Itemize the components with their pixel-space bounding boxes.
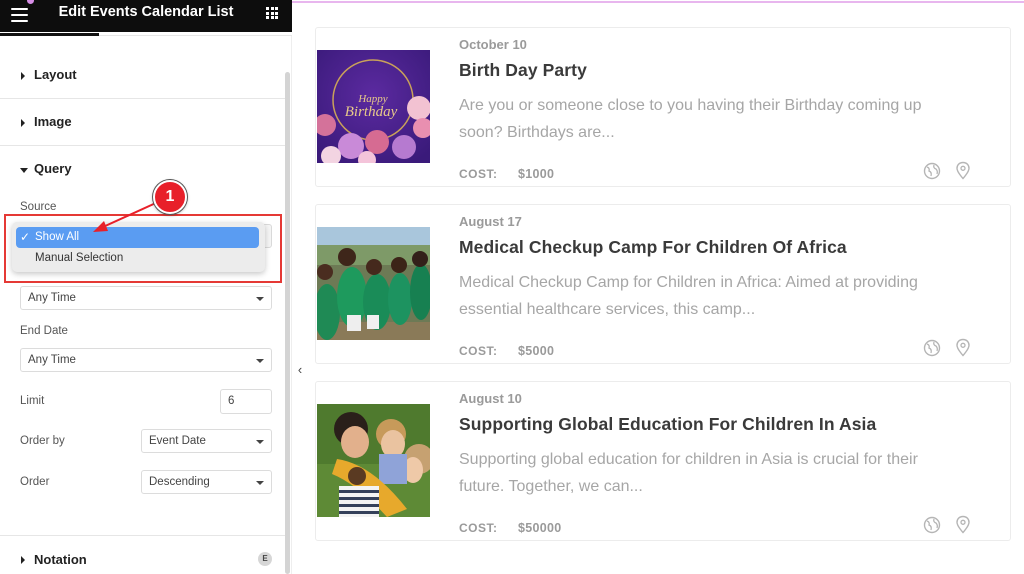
select-value: Any Time bbox=[28, 354, 76, 366]
section-image[interactable]: Image bbox=[0, 100, 285, 146]
event-card: August 17 Medical Checkup Camp For Child… bbox=[315, 204, 1011, 364]
option-manual-selection[interactable]: Manual Selection bbox=[16, 248, 259, 269]
section-query[interactable]: Query bbox=[0, 147, 285, 193]
birthday-image: Happy Birthday bbox=[317, 50, 430, 163]
order-label: Order bbox=[20, 476, 50, 488]
order-by-label: Order by bbox=[20, 435, 65, 447]
caret-right-icon bbox=[21, 556, 25, 564]
caret-right-icon bbox=[21, 72, 25, 80]
cost-value: $5000 bbox=[518, 344, 555, 358]
select-value: Any Time bbox=[28, 292, 76, 304]
caret-down-icon bbox=[20, 168, 28, 173]
cost-label: COST: bbox=[459, 167, 498, 181]
caret-down-icon bbox=[256, 297, 264, 301]
section-label: Query bbox=[34, 161, 72, 176]
dynamic-tags-icon[interactable]: E bbox=[258, 552, 272, 566]
event-date: August 10 bbox=[459, 391, 522, 406]
callout-badge: 1 bbox=[153, 180, 187, 214]
option-label: Manual Selection bbox=[35, 252, 124, 264]
screen: Edit Events Calendar List Layout Image Q… bbox=[0, 0, 1024, 574]
collapse-panel-icon[interactable]: ‹ bbox=[292, 355, 308, 385]
caret-down-icon bbox=[256, 359, 264, 363]
cost-value: $1000 bbox=[518, 167, 555, 181]
panel-title: Edit Events Calendar List bbox=[58, 4, 234, 20]
image-text: Birthday bbox=[345, 104, 398, 120]
event-excerpt: Supporting global education for children… bbox=[459, 451, 918, 495]
panel-header: Edit Events Calendar List bbox=[0, 0, 292, 32]
event-excerpt: Medical Checkup Camp for Children in Afr… bbox=[459, 274, 918, 318]
event-image-asia[interactable] bbox=[317, 404, 430, 517]
event-date: October 10 bbox=[459, 37, 527, 52]
section-layout[interactable]: Layout bbox=[0, 53, 285, 99]
select-value: Descending bbox=[149, 476, 210, 488]
location-pin-icon[interactable] bbox=[955, 338, 971, 357]
event-card: Happy Birthday October 10 Birth Day Part… bbox=[315, 27, 1011, 187]
option-show-all[interactable]: ✓ Show All bbox=[16, 227, 259, 248]
order-by-select[interactable]: Event Date bbox=[141, 429, 272, 453]
globe-icon[interactable] bbox=[923, 339, 941, 357]
event-image-birthday[interactable]: Happy Birthday bbox=[317, 50, 430, 163]
cost-value: $50000 bbox=[518, 521, 562, 535]
children-africa-image bbox=[317, 227, 430, 340]
children-asia-image bbox=[317, 404, 430, 517]
section-notation[interactable]: Notation bbox=[0, 535, 285, 574]
section-label: Layout bbox=[34, 67, 77, 82]
source-label: Source bbox=[20, 201, 57, 213]
location-pin-icon[interactable] bbox=[955, 161, 971, 180]
section-label: Notation bbox=[34, 552, 87, 567]
limit-input[interactable]: 6 bbox=[220, 389, 272, 414]
event-excerpt: Are you or someone close to you having t… bbox=[459, 97, 922, 141]
cost-label: COST: bbox=[459, 521, 498, 535]
event-card: August 10 Supporting Global Education Fo… bbox=[315, 381, 1011, 541]
globe-icon[interactable] bbox=[923, 516, 941, 534]
order-select[interactable]: Descending bbox=[141, 470, 272, 494]
event-date: August 17 bbox=[459, 214, 522, 229]
globe-icon[interactable] bbox=[923, 162, 941, 180]
cost-label: COST: bbox=[459, 344, 498, 358]
editor-panel: Edit Events Calendar List Layout Image Q… bbox=[0, 0, 292, 574]
grid-icon[interactable] bbox=[266, 7, 278, 19]
event-title[interactable]: Birth Day Party bbox=[459, 60, 587, 81]
panel-scrollbar[interactable] bbox=[285, 72, 290, 574]
tab-divider bbox=[99, 35, 292, 36]
option-label: Show All bbox=[35, 231, 80, 243]
event-title[interactable]: Supporting Global Education For Children… bbox=[459, 414, 876, 435]
active-tab-indicator bbox=[0, 33, 99, 36]
caret-right-icon bbox=[21, 119, 25, 127]
event-title[interactable]: Medical Checkup Camp For Children Of Afr… bbox=[459, 237, 847, 258]
caret-down-icon bbox=[256, 440, 264, 444]
section-label: Image bbox=[34, 114, 72, 129]
caret-down-icon bbox=[256, 481, 264, 485]
end-date-select[interactable]: Any Time bbox=[20, 348, 272, 372]
start-date-select[interactable]: Any Time bbox=[20, 286, 272, 310]
end-date-label: End Date bbox=[20, 325, 68, 337]
select-value: Event Date bbox=[149, 435, 206, 447]
event-image-africa[interactable] bbox=[317, 227, 430, 340]
source-dropdown-menu: ✓ Show All Manual Selection bbox=[12, 222, 265, 272]
panel-divider bbox=[291, 36, 292, 574]
check-icon: ✓ bbox=[20, 230, 31, 244]
location-pin-icon[interactable] bbox=[955, 515, 971, 534]
limit-label: Limit bbox=[20, 395, 45, 407]
preview-top-border bbox=[292, 1, 1024, 3]
